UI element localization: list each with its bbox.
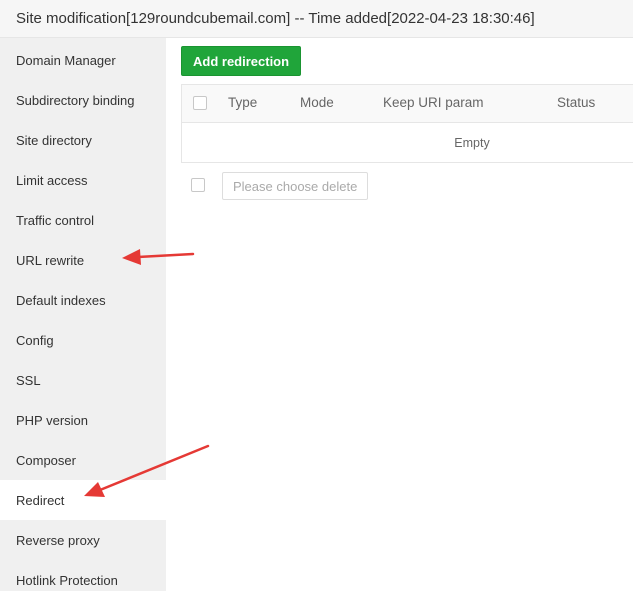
sidebar-item-config[interactable]: Config (0, 320, 166, 360)
sidebar-item-traffic-control[interactable]: Traffic control (0, 200, 166, 240)
sidebar-item-default-indexes[interactable]: Default indexes (0, 280, 166, 320)
batch-select-checkbox[interactable] (191, 178, 205, 192)
redirect-table: Type Mode Keep URI param Status Empty (181, 84, 633, 163)
sidebar-item-redirect[interactable]: Redirect (0, 480, 166, 520)
sidebar-item-hotlink-protection[interactable]: Hotlink Protection (0, 560, 166, 600)
sidebar-item-php-version[interactable]: PHP version (0, 400, 166, 440)
sidebar-item-url-rewrite[interactable]: URL rewrite (0, 240, 166, 280)
sidebar-item-domain-manager[interactable]: Domain Manager (0, 40, 166, 80)
column-header-mode[interactable]: Mode (300, 95, 334, 110)
sidebar-item-reverse-proxy[interactable]: Reverse proxy (0, 520, 166, 560)
main-panel: Add redirection Type Mode Keep URI param… (166, 38, 633, 591)
sidebar-item-site-directory[interactable]: Site directory (0, 120, 166, 160)
empty-table-message: Empty (454, 135, 490, 150)
column-header-keep-uri-param[interactable]: Keep URI param (383, 95, 484, 110)
batch-delete-button[interactable]: Please choose delete (222, 172, 369, 200)
column-header-status[interactable]: Status (557, 95, 595, 110)
select-all-checkbox[interactable] (193, 96, 207, 110)
sidebar-item-composer[interactable]: Composer (0, 440, 166, 480)
sidebar-item-subdirectory-binding[interactable]: Subdirectory binding (0, 80, 166, 120)
add-redirection-button[interactable]: Add redirection (181, 46, 302, 76)
sidebar-item-limit-access[interactable]: Limit access (0, 160, 166, 200)
sidebar-item-ssl[interactable]: SSL (0, 360, 166, 400)
window-title: Site modification[129roundcubemail.com] … (0, 0, 633, 38)
sidebar: Domain Manager Subdirectory binding Site… (0, 38, 166, 591)
table-header: Type Mode Keep URI param Status (182, 85, 633, 123)
column-header-type[interactable]: Type (228, 95, 257, 110)
